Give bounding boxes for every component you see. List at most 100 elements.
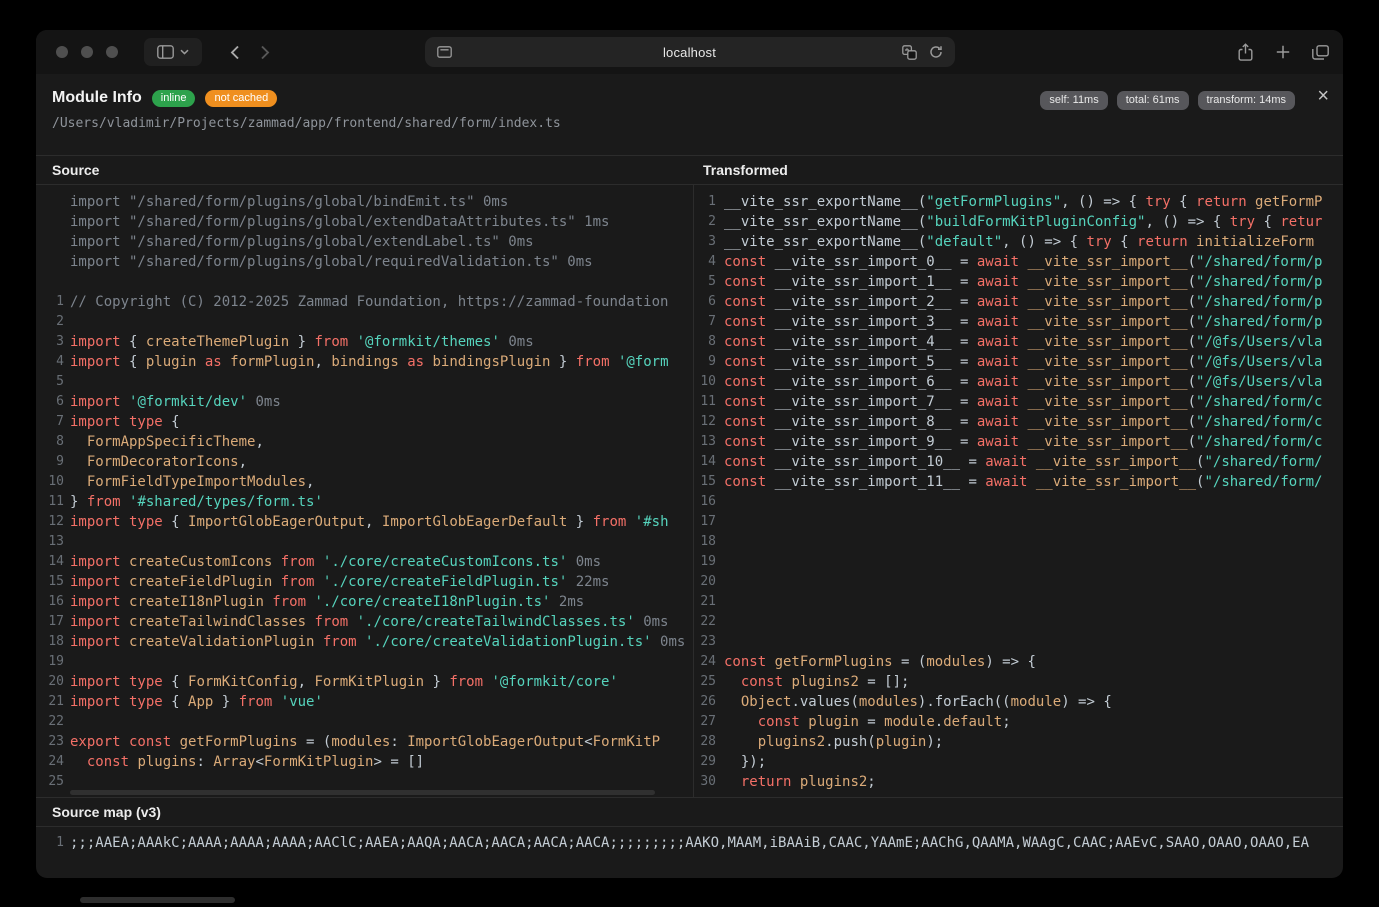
source-map-panel[interactable]: 1;;;AAEA;AAAkC;AAAA;AAAA;AAAA;AAClC;AAEA…: [36, 827, 1343, 878]
module-info-header: Module Info inline not cached self: 11ms…: [36, 74, 1343, 155]
line-number: 22: [694, 612, 716, 632]
code-line: 21import type { App } from 'vue': [36, 692, 693, 712]
code-line: 5: [36, 372, 693, 392]
code-text: [716, 592, 724, 612]
minimize-window-button[interactable]: [81, 46, 93, 58]
line-number: 14: [36, 552, 64, 572]
code-text: ;;;AAEA;AAAkC;AAAA;AAAA;AAAA;AAClC;AAEA;…: [64, 833, 1309, 853]
code-line: 19: [694, 552, 1343, 572]
code-text: [716, 612, 724, 632]
code-line: 12const __vite_ssr_import_8__ = await __…: [694, 412, 1343, 432]
line-number: 7: [694, 312, 716, 332]
line-number: 6: [36, 392, 64, 412]
code-text: const __vite_ssr_import_4__ = await __vi…: [716, 332, 1322, 352]
code-text: [64, 272, 70, 292]
code-text: import { createThemePlugin } from '@form…: [64, 332, 534, 352]
code-text: [64, 652, 70, 672]
code-line: 24const getFormPlugins = (modules) => {: [694, 652, 1343, 672]
code-line: 1// Copyright (C) 2012-2025 Zammad Found…: [36, 292, 693, 312]
chevron-left-icon: [230, 45, 240, 60]
code-line: 9const __vite_ssr_import_5__ = await __v…: [694, 352, 1343, 372]
code-line: 1__vite_ssr_exportName__("getFormPlugins…: [694, 192, 1343, 212]
code-line: 23: [694, 632, 1343, 652]
code-text: [716, 572, 724, 592]
line-number: 1: [694, 192, 716, 212]
code-text: import type { ImportGlobEagerOutput, Imp…: [64, 512, 669, 532]
line-number: 3: [694, 232, 716, 252]
code-text: import createFieldPlugin from './core/cr…: [64, 572, 609, 592]
code-line: 13: [36, 532, 693, 552]
line-number: 14: [694, 452, 716, 472]
code-text: const __vite_ssr_import_6__ = await __vi…: [716, 372, 1322, 392]
reload-button[interactable]: [929, 45, 943, 59]
code-line: 8const __vite_ssr_import_4__ = await __v…: [694, 332, 1343, 352]
share-button[interactable]: [1237, 43, 1254, 62]
line-number: 17: [36, 612, 64, 632]
code-line: 22: [694, 612, 1343, 632]
horizontal-scrollbar[interactable]: [70, 790, 655, 795]
code-line: import "/shared/form/plugins/global/exte…: [36, 212, 693, 232]
line-number: 11: [36, 492, 64, 512]
sidebar-toggle-button[interactable]: [144, 38, 202, 66]
line-number: 9: [694, 352, 716, 372]
code-line: 28 plugins2.push(plugin);: [694, 732, 1343, 752]
code-line: 5const __vite_ssr_import_1__ = await __v…: [694, 272, 1343, 292]
line-number: 13: [694, 432, 716, 452]
close-window-button[interactable]: [56, 46, 68, 58]
timing-badges: self: 11ms total: 61ms transform: 14ms: [1040, 91, 1295, 110]
zoom-window-button[interactable]: [106, 46, 118, 58]
code-text: import type {: [64, 412, 180, 432]
line-number: 2: [36, 312, 64, 332]
code-text: [716, 492, 724, 512]
address-bar[interactable]: localhost: [425, 37, 955, 67]
bottom-scrollbar-thumb[interactable]: [80, 897, 235, 903]
code-line: import "/shared/form/plugins/global/requ…: [36, 252, 693, 272]
line-number: 30: [694, 772, 716, 792]
line-number: [36, 252, 64, 272]
line-number: 24: [694, 652, 716, 672]
tab-overview-button[interactable]: [1312, 45, 1329, 60]
code-line: 29 });: [694, 752, 1343, 772]
line-number: 24: [36, 752, 64, 772]
window-controls: [56, 46, 118, 58]
translate-icon[interactable]: [902, 45, 917, 60]
line-number: 26: [694, 692, 716, 712]
new-tab-button[interactable]: [1276, 45, 1290, 59]
code-text: } from '#shared/types/form.ts': [64, 492, 323, 512]
code-text: plugins2.push(plugin);: [716, 732, 943, 752]
code-line: 13const __vite_ssr_import_9__ = await __…: [694, 432, 1343, 452]
forward-button[interactable]: [260, 45, 270, 60]
code-text: const __vite_ssr_import_7__ = await __vi…: [716, 392, 1322, 412]
line-number: 23: [36, 732, 64, 752]
close-button[interactable]: ×: [1317, 86, 1329, 106]
timing-badge-transform: transform: 14ms: [1198, 91, 1295, 110]
code-line: 3import { createThemePlugin } from '@for…: [36, 332, 693, 352]
back-button[interactable]: [230, 45, 240, 60]
code-line: import "/shared/form/plugins/global/exte…: [36, 232, 693, 252]
code-text: import type { App } from 'vue': [64, 692, 323, 712]
source-code-panel[interactable]: import "/shared/form/plugins/global/bind…: [36, 185, 693, 797]
line-number: 10: [36, 472, 64, 492]
page-title: Module Info: [52, 89, 142, 107]
transformed-code-panel[interactable]: 1__vite_ssr_exportName__("getFormPlugins…: [693, 185, 1343, 797]
line-number: 20: [694, 572, 716, 592]
line-number: 1: [36, 833, 64, 853]
line-number: 5: [694, 272, 716, 292]
line-number: [36, 272, 64, 292]
line-number: 12: [694, 412, 716, 432]
scrollbar-thumb[interactable]: [70, 790, 655, 795]
code-text: const __vite_ssr_import_10__ = await __v…: [716, 452, 1322, 472]
line-number: 18: [694, 532, 716, 552]
line-number: [36, 232, 64, 252]
code-line: 14import createCustomIcons from './core/…: [36, 552, 693, 572]
code-text: import createI18nPlugin from './core/cre…: [64, 592, 584, 612]
code-line: 2__vite_ssr_exportName__("buildFormKitPl…: [694, 212, 1343, 232]
code-line: 21: [694, 592, 1343, 612]
code-text: import "/shared/form/plugins/global/exte…: [64, 232, 534, 252]
code-text: import '@formkit/dev' 0ms: [64, 392, 281, 412]
code-text: [64, 712, 70, 732]
line-number: 21: [694, 592, 716, 612]
line-number: 7: [36, 412, 64, 432]
code-text: [64, 772, 70, 792]
code-text: const __vite_ssr_import_8__ = await __vi…: [716, 412, 1322, 432]
